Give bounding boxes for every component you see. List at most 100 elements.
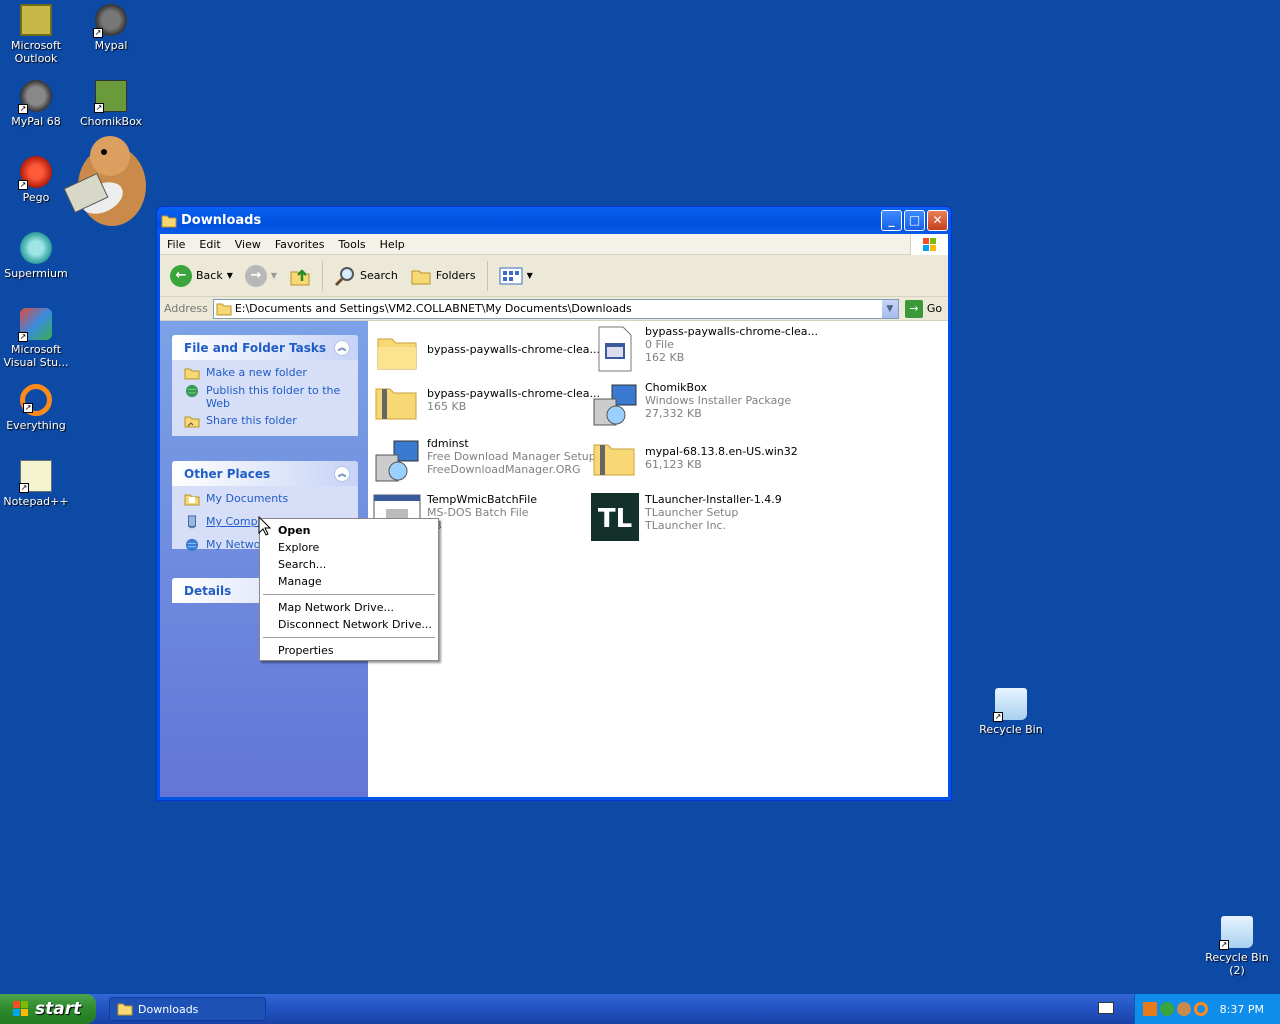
tray-app-icon[interactable]	[1143, 1002, 1157, 1016]
notepadpp-icon: ↗	[19, 460, 52, 493]
menu-tools[interactable]: Tools	[332, 238, 373, 251]
menu-item-disconnect-network-drive[interactable]: Disconnect Network Drive...	[260, 616, 438, 633]
chevron-down-icon: ▼	[270, 271, 278, 280]
back-label: Back	[196, 269, 223, 282]
globe-icon	[185, 384, 199, 398]
desktop-icon-outlook[interactable]: Microsoft Outlook	[0, 4, 74, 65]
menu-view[interactable]: View	[228, 238, 268, 251]
menu-item-search[interactable]: Search...	[260, 556, 438, 573]
file-size: 27,332 KB	[645, 407, 702, 420]
tray-app-icon[interactable]	[1177, 1002, 1191, 1016]
back-button[interactable]: ← Back ▼	[166, 262, 237, 290]
outlook-icon	[20, 4, 52, 36]
maximize-button[interactable]: □	[904, 210, 925, 231]
desktop-icon-everything[interactable]: ↗ Everything	[0, 384, 74, 432]
everything-icon: ↗	[20, 384, 52, 416]
collapse-chevron-icon[interactable]: ︽	[334, 466, 350, 482]
forward-button[interactable]: → ▼	[241, 262, 281, 290]
share-folder-link[interactable]: Share this folder	[172, 412, 358, 430]
windows-logo-icon	[910, 234, 948, 255]
file-item[interactable]: bypass-paywalls-chrome-clea... 165 KB	[372, 379, 600, 427]
system-tray: 8:37 PM	[1134, 994, 1280, 1024]
file-item[interactable]: TL TLauncher-Installer-1.4.9 TLauncher S…	[590, 493, 782, 541]
tray-app-icon[interactable]	[1160, 1002, 1174, 1016]
taskbar: start Downloads 8:37 PM	[0, 994, 1280, 1024]
chevron-down-icon[interactable]: ▼	[227, 271, 233, 280]
folder-icon	[216, 303, 232, 315]
address-input[interactable]: E:\Documents and Settings\VM2.COLLABNET\…	[212, 298, 899, 319]
go-button[interactable]: → Go	[904, 299, 942, 318]
menu-item-explore[interactable]: Explore	[260, 539, 438, 556]
start-button[interactable]: start	[0, 994, 96, 1024]
desktop-icon-visual-studio[interactable]: ↗ Microsoft Visual Stu...	[0, 308, 74, 369]
file-item[interactable]: fdminst Free Download Manager Setup Free…	[372, 437, 596, 485]
place-label: My Compu	[206, 515, 265, 528]
file-type: MS-DOS Batch File	[427, 506, 529, 519]
file-item[interactable]: bypass-paywalls-chrome-clea... 0 File 16…	[590, 325, 818, 373]
menu-separator	[263, 594, 435, 595]
file-name: TLauncher-Installer-1.4.9	[645, 493, 782, 506]
desktop-icon-supermium[interactable]: Supermium	[0, 232, 74, 280]
folder-icon	[117, 1003, 133, 1016]
menu-file[interactable]: File	[160, 238, 192, 251]
chevron-down-icon[interactable]: ▼	[881, 299, 898, 318]
publish-folder-link[interactable]: Publish this folder to the Web	[172, 382, 358, 412]
file-type: Free Download Manager Setup	[427, 450, 596, 463]
desktop-icon-mypal68[interactable]: ↗ MyPal 68	[0, 80, 74, 128]
menu-item-map-network-drive[interactable]: Map Network Drive...	[260, 599, 438, 616]
new-folder-icon	[184, 368, 200, 380]
desktop-icon-mypal[interactable]: ↗ Mypal	[73, 4, 149, 52]
panel-header[interactable]: Other Places ︽	[172, 461, 358, 486]
menu-help[interactable]: Help	[373, 238, 412, 251]
supermium-icon	[20, 232, 52, 264]
desktop-icon-label: ChomikBox	[80, 115, 142, 128]
taskbar-item-label: Downloads	[138, 1002, 199, 1016]
place-label: My Documents	[206, 492, 289, 505]
views-button[interactable]: ▼	[495, 264, 537, 288]
file-item[interactable]: mypal-68.13.8.en-US.win32 61,123 KB	[590, 435, 798, 483]
menu-favorites[interactable]: Favorites	[268, 238, 332, 251]
mypal68-icon: ↗	[18, 80, 52, 114]
collapse-chevron-icon[interactable]: ︽	[334, 340, 350, 356]
folders-button[interactable]: Folders	[406, 262, 480, 290]
file-item[interactable]: bypass-paywalls-chrome-clea...	[372, 329, 600, 377]
menu-separator	[263, 637, 435, 638]
menu-item-properties[interactable]: Properties	[260, 642, 438, 659]
desktop-icon-label: Microsoft Outlook	[10, 39, 62, 65]
tray-search-icon[interactable]	[1194, 1002, 1208, 1016]
hamster-mascot-image	[63, 136, 146, 226]
file-item[interactable]: ChomikBox Windows Installer Package 27,3…	[590, 381, 791, 429]
clock[interactable]: 8:37 PM	[1220, 1003, 1264, 1016]
file-size: 61,123 KB	[645, 458, 702, 471]
up-folder-icon	[290, 268, 310, 285]
file-name: ChomikBox	[645, 381, 707, 394]
start-label: start	[35, 999, 82, 1019]
menu-edit[interactable]: Edit	[192, 238, 227, 251]
keyboard-icon[interactable]	[1098, 1002, 1114, 1014]
file-name: fdminst	[427, 437, 469, 450]
desktop-icon-chomikbox[interactable]: ↗ ChomikBox	[73, 80, 149, 128]
make-new-folder-link[interactable]: Make a new folder	[172, 364, 358, 382]
window-title-bar[interactable]: Downloads _ □ ✕	[157, 207, 951, 234]
desktop-icon-recycle-bin-2[interactable]: ↗ Recycle Bin (2)	[1196, 916, 1278, 977]
close-button[interactable]: ✕	[927, 210, 948, 231]
minimize-button[interactable]: _	[881, 210, 902, 231]
desktop-icon-notepadpp[interactable]: ↗ Notepad++	[0, 460, 74, 508]
file-name: bypass-paywalls-chrome-clea...	[427, 343, 601, 356]
menu-item-manage[interactable]: Manage	[260, 573, 438, 590]
search-button[interactable]: Search	[330, 262, 402, 290]
desktop-icon-recycle-bin[interactable]: ↗ Recycle Bin	[973, 688, 1049, 736]
menu-item-open[interactable]: Open	[260, 522, 438, 539]
up-folder-button[interactable]	[285, 262, 315, 290]
my-documents-link[interactable]: My Documents	[172, 490, 358, 508]
taskbar-item-downloads[interactable]: Downloads	[109, 997, 266, 1021]
file-size: KB	[427, 519, 537, 532]
desktop-icon-label: MyPal 68	[11, 115, 61, 128]
zip-folder-icon	[590, 435, 640, 483]
toolbar-separator	[486, 260, 488, 291]
file-name: mypal-68.13.8.en-US.win32	[645, 445, 798, 458]
network-globe-icon	[185, 538, 199, 552]
panel-header[interactable]: File and Folder Tasks ︽	[172, 335, 358, 360]
zip-folder-icon	[372, 379, 422, 427]
chomikbox-icon: ↗	[94, 80, 127, 113]
